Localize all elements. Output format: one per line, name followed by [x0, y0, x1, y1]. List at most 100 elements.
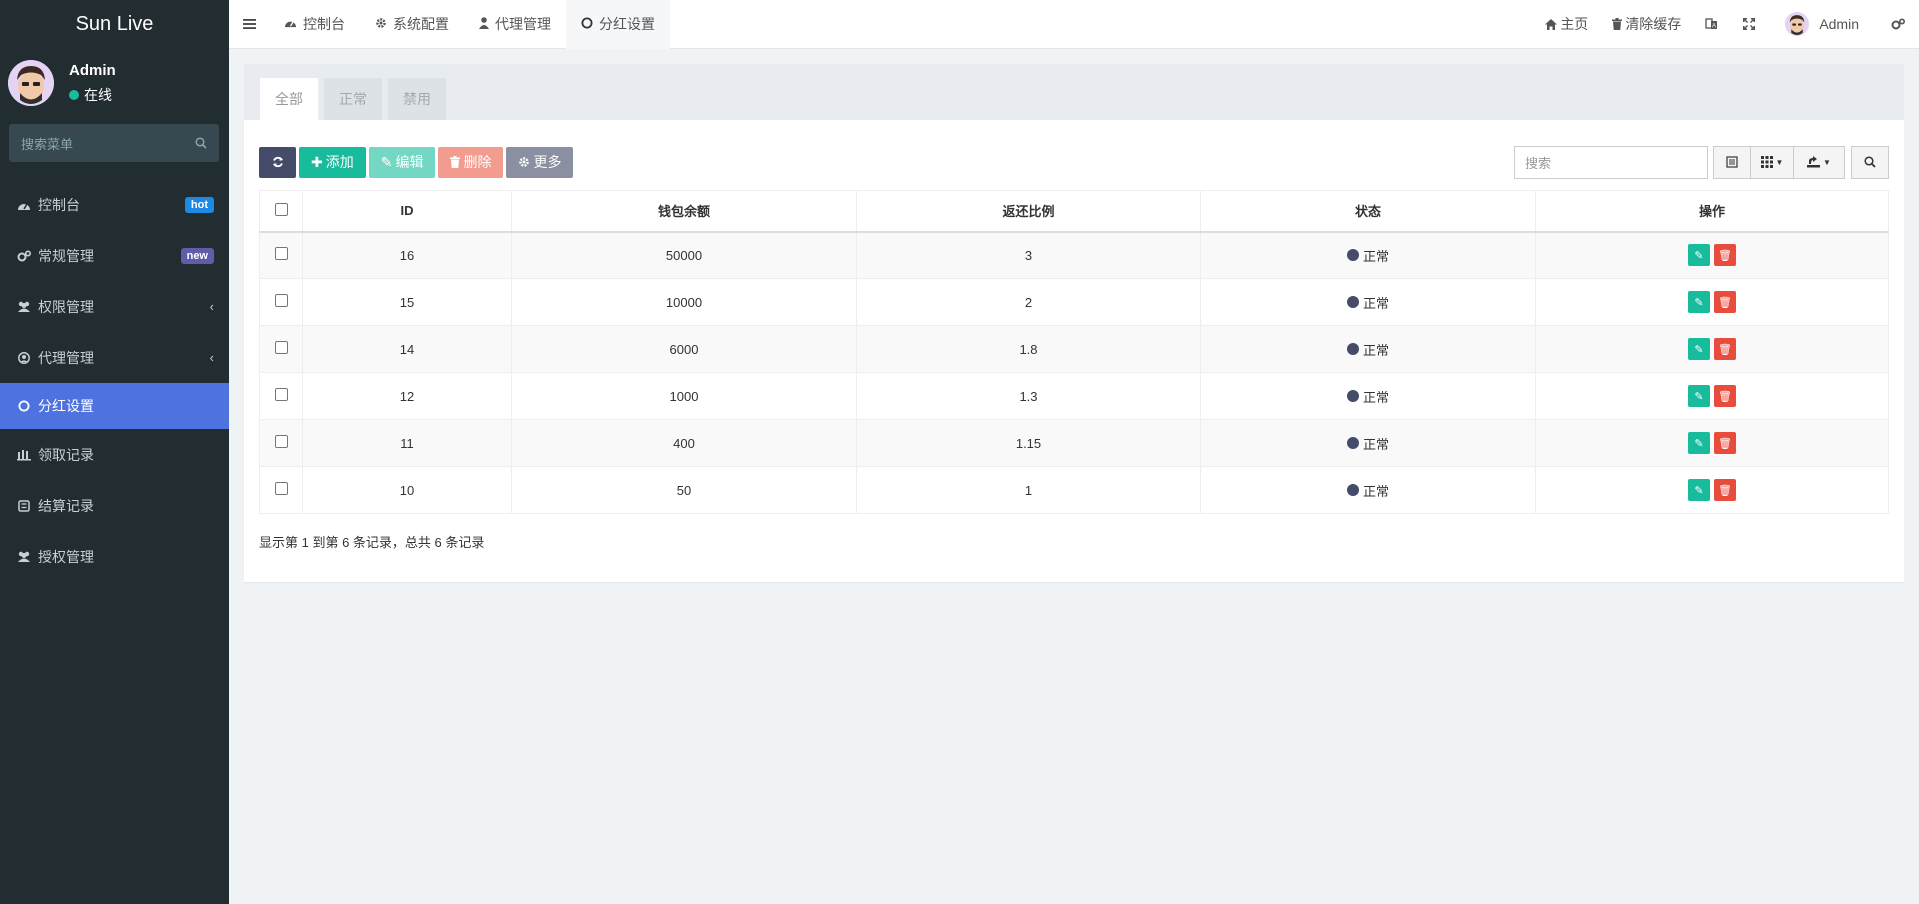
- tab-dashboard[interactable]: 控制台: [269, 0, 360, 49]
- column-header-id[interactable]: ID: [302, 190, 512, 233]
- table-toolbar: ✚ 添加 ✎ 编辑 删除 更多 搜索 ▼ ▼: [259, 145, 1889, 179]
- row-delete-button[interactable]: 🗑: [1714, 338, 1736, 360]
- delete-button[interactable]: 删除: [438, 146, 504, 178]
- row-delete-button[interactable]: 🗑: [1714, 291, 1736, 313]
- cell-balance: 1000: [511, 372, 857, 420]
- row-checkbox[interactable]: [274, 294, 288, 307]
- search-icon: [1864, 156, 1876, 168]
- row-edit-button[interactable]: ✎: [1688, 385, 1710, 407]
- user-menu[interactable]: Admin: [1767, 0, 1871, 49]
- row-edit-button[interactable]: ✎: [1688, 291, 1710, 313]
- sidebar-item-agent[interactable]: 代理管理 ‹: [0, 332, 229, 383]
- edit-button[interactable]: ✎ 编辑: [368, 146, 436, 178]
- sidebar-toggle-button[interactable]: [229, 0, 269, 49]
- home-link[interactable]: 主页: [1533, 0, 1600, 49]
- tab-dividend-settings[interactable]: 分红设置: [566, 0, 670, 49]
- row-delete-button[interactable]: 🗑: [1714, 385, 1736, 407]
- tab-normal[interactable]: 正常: [324, 78, 382, 120]
- row-edit-button[interactable]: ✎: [1688, 244, 1710, 267]
- row-delete-button[interactable]: 🗑: [1714, 479, 1736, 501]
- calculator-icon: [17, 499, 31, 513]
- new-badge: new: [180, 247, 214, 264]
- export-button[interactable]: ▼: [1793, 145, 1845, 179]
- table-row: 14 6000 1.8 正常 ✎ 🗑: [259, 325, 1889, 373]
- more-button[interactable]: 更多: [506, 146, 574, 178]
- status-dot-icon: [1346, 437, 1359, 449]
- row-select-cell: [259, 419, 303, 467]
- gear-icon: [519, 157, 530, 167]
- row-edit-button[interactable]: ✎: [1688, 479, 1710, 501]
- column-header-balance[interactable]: 钱包余额: [511, 190, 857, 233]
- search-button[interactable]: [1851, 145, 1889, 179]
- list-icon: [17, 448, 31, 462]
- sidebar-menu: 控制台 hot 常规管理 new 权限管理 ‹ 代理管理 ‹ 分红设置 领取记录…: [0, 179, 229, 582]
- sidebar-item-general[interactable]: 常规管理 new: [0, 230, 229, 281]
- row-edit-button[interactable]: ✎: [1688, 432, 1710, 454]
- sidebar-item-dashboard[interactable]: 控制台 hot: [0, 179, 229, 230]
- row-delete-button[interactable]: 🗑: [1714, 244, 1736, 267]
- delete-button-label: 删除: [463, 154, 492, 170]
- row-checkbox[interactable]: [274, 388, 288, 401]
- row-checkbox[interactable]: [274, 247, 288, 261]
- row-checkbox[interactable]: [274, 435, 288, 448]
- expand-icon: [1743, 18, 1756, 30]
- sidebar-item-settlement-records[interactable]: 结算记录: [0, 480, 229, 531]
- clear-cache-button[interactable]: 清除缓存: [1600, 0, 1693, 49]
- cell-actions: ✎ 🗑: [1535, 231, 1889, 279]
- cell-id: 15: [302, 278, 512, 326]
- select-all-checkbox[interactable]: [274, 202, 288, 216]
- sidebar-item-dividend[interactable]: 分红设置: [0, 383, 229, 429]
- language-toggle-button[interactable]: A: [1693, 0, 1731, 49]
- sidebar-item-label: 控制台: [38, 196, 80, 213]
- user-panel: Admin 在线: [0, 48, 229, 118]
- app-logo[interactable]: Sun Live: [0, 0, 229, 48]
- user-status-label: 在线: [84, 86, 112, 103]
- sidebar-search-input[interactable]: 搜索菜单: [9, 124, 219, 162]
- tab-agent-management[interactable]: 代理管理: [464, 0, 566, 49]
- column-header-status[interactable]: 状态: [1200, 190, 1536, 233]
- sidebar-item-permissions[interactable]: 权限管理 ‹: [0, 281, 229, 332]
- sidebar-item-claim-records[interactable]: 领取记录: [0, 429, 229, 480]
- row-checkbox[interactable]: [274, 341, 288, 354]
- home-label: 主页: [1560, 16, 1589, 32]
- status-label: 正常: [1362, 483, 1389, 499]
- status-dot-icon: [1346, 296, 1359, 308]
- gear-icon: [375, 17, 387, 32]
- table-header-row: ID 钱包余额 返还比例 状态 操作: [259, 190, 1889, 233]
- user-status: 在线: [69, 85, 116, 105]
- plus-icon: ✚: [311, 153, 323, 170]
- cell-actions: ✎ 🗑: [1535, 278, 1889, 326]
- row-select-cell: [259, 231, 303, 279]
- table-row: 12 1000 1.3 正常 ✎ 🗑: [259, 372, 1889, 420]
- filter-tabs: 全部 正常 禁用: [244, 64, 1904, 120]
- toggle-view-button[interactable]: [1713, 145, 1751, 179]
- row-checkbox[interactable]: [274, 482, 288, 495]
- status-dot-icon: [1346, 484, 1359, 496]
- tab-system-config[interactable]: 系统配置: [360, 0, 464, 49]
- column-header-ratio[interactable]: 返还比例: [856, 190, 1201, 233]
- sidebar-item-authorization[interactable]: 授权管理: [0, 531, 229, 582]
- svg-text:A: A: [1712, 24, 1716, 30]
- cell-status: 正常: [1200, 231, 1536, 279]
- search-icon[interactable]: [195, 137, 207, 149]
- table-row: 10 50 1 正常 ✎ 🗑: [259, 466, 1889, 514]
- table-row: 15 10000 2 正常 ✎ 🗑: [259, 278, 1889, 326]
- tab-disabled[interactable]: 禁用: [388, 78, 446, 120]
- tab-all[interactable]: 全部: [260, 78, 318, 120]
- home-icon: [1545, 18, 1558, 30]
- sidebar-item-label: 常规管理: [38, 247, 94, 264]
- row-edit-button[interactable]: ✎: [1688, 338, 1710, 360]
- refresh-button[interactable]: [259, 146, 296, 178]
- fullscreen-button[interactable]: [1731, 0, 1767, 49]
- column-header-actions: 操作: [1535, 190, 1889, 233]
- columns-toggle-button[interactable]: ▼: [1750, 145, 1794, 179]
- cell-actions: ✎ 🗑: [1535, 419, 1889, 467]
- settings-button[interactable]: [1871, 0, 1919, 49]
- table-search-input[interactable]: 搜索: [1514, 145, 1708, 179]
- cell-status: 正常: [1200, 372, 1536, 420]
- add-button[interactable]: ✚ 添加: [299, 146, 366, 178]
- cell-id: 11: [302, 419, 512, 467]
- row-delete-button[interactable]: 🗑: [1714, 432, 1736, 454]
- user-name: Admin: [69, 61, 116, 79]
- cell-actions: ✎ 🗑: [1535, 466, 1889, 514]
